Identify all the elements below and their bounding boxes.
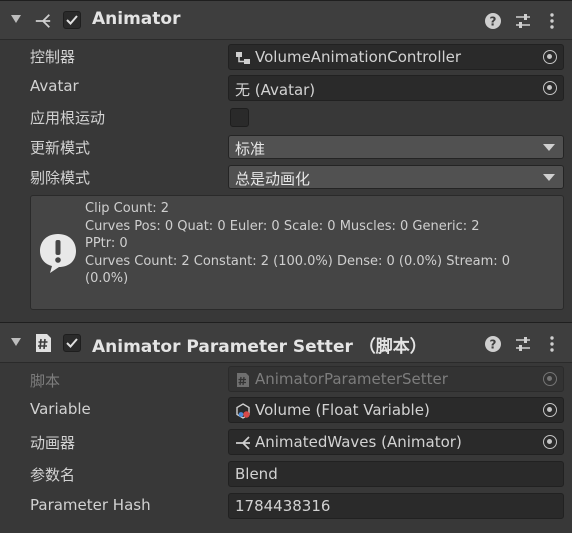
animator-icon (35, 14, 51, 28)
presets-icon[interactable] (514, 12, 532, 30)
animator-title: Animator (92, 9, 181, 29)
object-picker-icon (543, 372, 557, 386)
animator-info-text: Clip Count: 2 Curves Pos: 0 Quat: 0 Eule… (85, 200, 557, 288)
kebab-menu-icon[interactable] (543, 12, 561, 30)
animator-enabled-checkbox[interactable] (63, 11, 81, 29)
variable-label: Variable (30, 400, 91, 418)
script-hash-icon (36, 334, 51, 352)
culling-mode-dropdown[interactable]: 总是动画化 (228, 165, 564, 189)
chevron-down-icon (543, 144, 555, 151)
update-mode-label: 更新模式 (30, 139, 91, 157)
parameter-name-value: Blend (235, 465, 278, 483)
controller-field[interactable]: VolumeAnimationController (228, 44, 564, 70)
foldout-triangle-icon[interactable] (9, 335, 23, 349)
update-mode-dropdown[interactable]: 标准 (228, 135, 564, 159)
object-picker-icon[interactable] (543, 50, 557, 64)
script-label: 脚本 (30, 372, 61, 390)
setter-header[interactable]: Animator Parameter Setter （脚本） ? (0, 322, 572, 363)
svg-text:?: ? (490, 338, 497, 352)
animator-ref-field[interactable]: AnimatedWaves (Animator) (228, 429, 564, 455)
script-value: AnimatorParameterSetter (255, 370, 448, 388)
info-line: (0.0%) (85, 271, 129, 286)
object-picker-icon[interactable] (543, 403, 557, 417)
avatar-label: Avatar (30, 77, 79, 95)
culling-mode-label: 剔除模式 (30, 169, 91, 187)
setter-title-suffix: （脚本） (358, 337, 427, 357)
animator-icon (236, 436, 250, 450)
culling-mode-value: 总是动画化 (235, 170, 311, 188)
parameter-hash-input[interactable]: 1784438316 (228, 493, 564, 519)
presets-icon[interactable] (514, 335, 532, 353)
info-line: Clip Count: 2 (85, 201, 170, 216)
apply-root-motion-checkbox[interactable] (230, 108, 249, 127)
help-icon[interactable]: ? (484, 335, 502, 353)
script-field: AnimatorParameterSetter (228, 366, 564, 392)
setter-title: Animator Parameter Setter （脚本） (92, 332, 427, 357)
object-picker-icon[interactable] (543, 81, 557, 95)
animator-info-box: Clip Count: 2 Curves Pos: 0 Quat: 0 Eule… (30, 195, 564, 310)
checkmark-icon (66, 15, 78, 25)
chevron-down-icon (543, 174, 555, 181)
avatar-field[interactable]: 无 (Avatar) (228, 75, 564, 101)
parameter-hash-value: 1784438316 (235, 497, 331, 515)
avatar-value: 无 (Avatar) (235, 81, 316, 99)
apply-root-motion-label: 应用根运动 (30, 109, 106, 127)
info-line: PPtr: 0 (85, 236, 128, 251)
variable-value: Volume (Float Variable) (255, 401, 430, 419)
variable-field[interactable]: Volume (Float Variable) (228, 397, 564, 423)
parameter-hash-label: Parameter Hash (30, 496, 151, 514)
info-line: Curves Pos: 0 Quat: 0 Euler: 0 Scale: 0 … (85, 218, 480, 234)
setter-title-text: Animator Parameter Setter (92, 337, 353, 357)
parameter-name-label: 参数名 (30, 466, 76, 484)
controller-value: VolumeAnimationController (255, 48, 462, 66)
object-picker-icon[interactable] (543, 435, 557, 449)
warning-speech-icon (40, 234, 76, 273)
animator-ref-value: AnimatedWaves (Animator) (255, 433, 462, 451)
animator-controller-icon (236, 52, 250, 64)
foldout-triangle-icon[interactable] (9, 12, 23, 26)
checkmark-icon (66, 338, 78, 348)
parameter-name-input[interactable]: Blend (228, 461, 564, 487)
setter-enabled-checkbox[interactable] (63, 334, 81, 352)
help-icon[interactable]: ? (484, 12, 502, 30)
animator-header[interactable]: Animator ? (0, 0, 572, 40)
animator-field-label: 动画器 (30, 434, 76, 452)
controller-label: 控制器 (30, 48, 76, 66)
info-line: Curves Count: 2 Constant: 2 (100.0%) Den… (85, 253, 511, 269)
script-hash-icon (237, 373, 249, 387)
update-mode-value: 标准 (235, 140, 266, 158)
svg-text:?: ? (490, 15, 497, 29)
kebab-menu-icon[interactable] (543, 335, 561, 353)
float-variable-icon (236, 403, 250, 419)
